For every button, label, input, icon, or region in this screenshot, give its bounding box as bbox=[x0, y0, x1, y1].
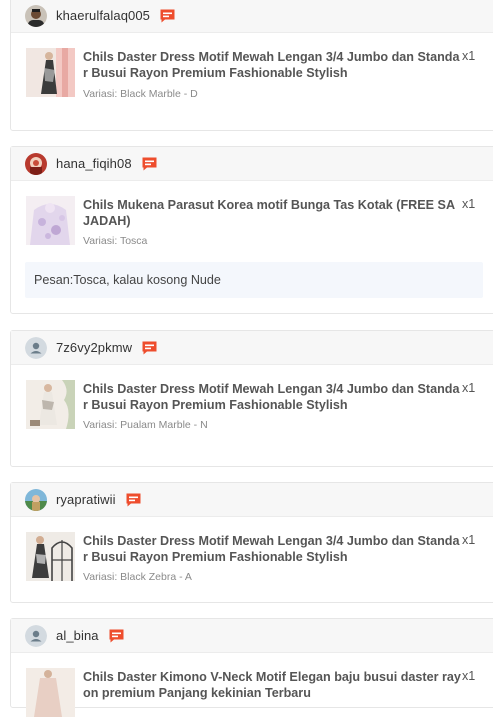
product-name[interactable]: Chils Daster Dress Motif Mewah Lengan 3/… bbox=[83, 381, 461, 413]
order-item[interactable]: Chils Daster Kimono V-Neck Motif Elegan … bbox=[11, 653, 493, 717]
product-thumbnail[interactable] bbox=[26, 48, 75, 97]
product-variant: Variasi: Black Marble - D bbox=[83, 88, 198, 100]
order-card-header: al_bina bbox=[11, 619, 493, 653]
product-variant: Variasi: Black Zebra - A bbox=[83, 571, 192, 583]
product-thumbnail[interactable] bbox=[26, 532, 75, 581]
buyer-username[interactable]: hana_fiqih08 bbox=[56, 156, 132, 171]
buyer-username[interactable]: khaerulfalaq005 bbox=[56, 8, 150, 23]
buyer-avatar[interactable] bbox=[25, 4, 47, 27]
product-variant: Variasi: Tosca bbox=[83, 235, 148, 247]
product-name[interactable]: Chils Mukena Parasut Korea motif Bunga T… bbox=[83, 197, 461, 229]
product-thumbnail[interactable] bbox=[26, 380, 75, 429]
order-card: khaerulfalaq005 Chils Daster Dress Motif… bbox=[10, 0, 493, 131]
item-quantity: x1 bbox=[462, 197, 476, 211]
chat-icon[interactable] bbox=[141, 340, 158, 356]
default-user-icon[interactable] bbox=[25, 624, 47, 647]
buyer-avatar[interactable] bbox=[25, 488, 47, 511]
product-name[interactable]: Chils Daster Kimono V-Neck Motif Elegan … bbox=[83, 669, 461, 701]
order-item[interactable]: Chils Mukena Parasut Korea motif Bunga T… bbox=[11, 181, 493, 313]
buyer-avatar[interactable] bbox=[25, 152, 47, 175]
order-item[interactable]: Chils Daster Dress Motif Mewah Lengan 3/… bbox=[11, 517, 493, 602]
product-variant: Variasi: Pualam Marble - N bbox=[83, 419, 208, 431]
item-quantity: x1 bbox=[462, 49, 476, 63]
buyer-username[interactable]: al_bina bbox=[56, 628, 99, 643]
order-item[interactable]: Chils Daster Dress Motif Mewah Lengan 3/… bbox=[11, 365, 493, 465]
default-user-icon[interactable] bbox=[25, 336, 47, 359]
order-card: al_bina Chils Daster Kimono V-Neck Motif… bbox=[10, 618, 493, 717]
order-card-header: hana_fiqih08 bbox=[11, 147, 493, 181]
item-quantity: x1 bbox=[462, 381, 476, 395]
product-thumbnail[interactable] bbox=[26, 668, 75, 717]
chat-icon[interactable] bbox=[159, 8, 176, 24]
order-card: ryapratiwii Chils Daster Dress Motif Mew… bbox=[10, 482, 493, 603]
order-card-header: 7z6vy2pkmw bbox=[11, 331, 493, 365]
buyer-note: Pesan:Tosca, kalau kosong Nude bbox=[25, 262, 483, 298]
product-name[interactable]: Chils Daster Dress Motif Mewah Lengan 3/… bbox=[83, 533, 461, 565]
order-item[interactable]: Chils Daster Dress Motif Mewah Lengan 3/… bbox=[11, 33, 493, 129]
chat-icon[interactable] bbox=[141, 156, 158, 172]
order-card-header: ryapratiwii bbox=[11, 483, 493, 517]
order-card: 7z6vy2pkmw Chils Daster Dress Motif Mewa… bbox=[10, 330, 493, 467]
item-quantity: x1 bbox=[462, 533, 476, 547]
order-card: hana_fiqih08 Chils Mukena Parasut Korea … bbox=[10, 146, 493, 314]
order-card-header: khaerulfalaq005 bbox=[11, 0, 493, 33]
item-quantity: x1 bbox=[462, 669, 476, 683]
chat-icon[interactable] bbox=[125, 492, 142, 508]
product-thumbnail[interactable] bbox=[26, 196, 75, 245]
product-name[interactable]: Chils Daster Dress Motif Mewah Lengan 3/… bbox=[83, 49, 461, 81]
buyer-username[interactable]: ryapratiwii bbox=[56, 492, 116, 507]
chat-icon[interactable] bbox=[108, 628, 125, 644]
buyer-username[interactable]: 7z6vy2pkmw bbox=[56, 340, 132, 355]
